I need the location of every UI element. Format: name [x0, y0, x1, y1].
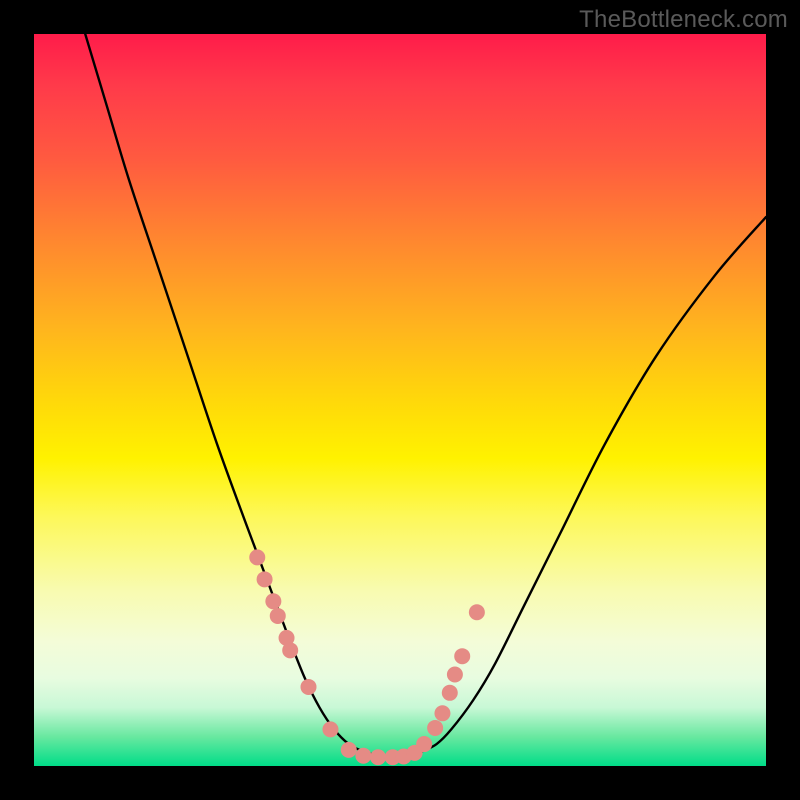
- scatter-dot: [257, 571, 273, 587]
- scatter-dot: [427, 720, 443, 736]
- scatter-dot: [265, 593, 281, 609]
- scatter-dot: [322, 721, 338, 737]
- scatter-dot: [447, 667, 463, 683]
- scatter-dot: [469, 604, 485, 620]
- scatter-dot: [370, 749, 386, 765]
- scatter-dot: [301, 679, 317, 695]
- chart-frame: TheBottleneck.com: [0, 0, 800, 800]
- scatter-dot: [270, 608, 286, 624]
- watermark-text: TheBottleneck.com: [579, 6, 788, 34]
- scatter-dot: [454, 648, 470, 664]
- scatter-dot: [434, 705, 450, 721]
- scatter-dot: [416, 736, 432, 752]
- scatter-dot: [249, 549, 265, 565]
- plot-area: [34, 34, 766, 766]
- scatter-dot: [341, 742, 357, 758]
- chart-svg: [34, 34, 766, 766]
- bottleneck-curve: [85, 34, 766, 758]
- scatter-dot: [282, 642, 298, 658]
- scatter-dot: [442, 685, 458, 701]
- scatter-dot: [355, 748, 371, 764]
